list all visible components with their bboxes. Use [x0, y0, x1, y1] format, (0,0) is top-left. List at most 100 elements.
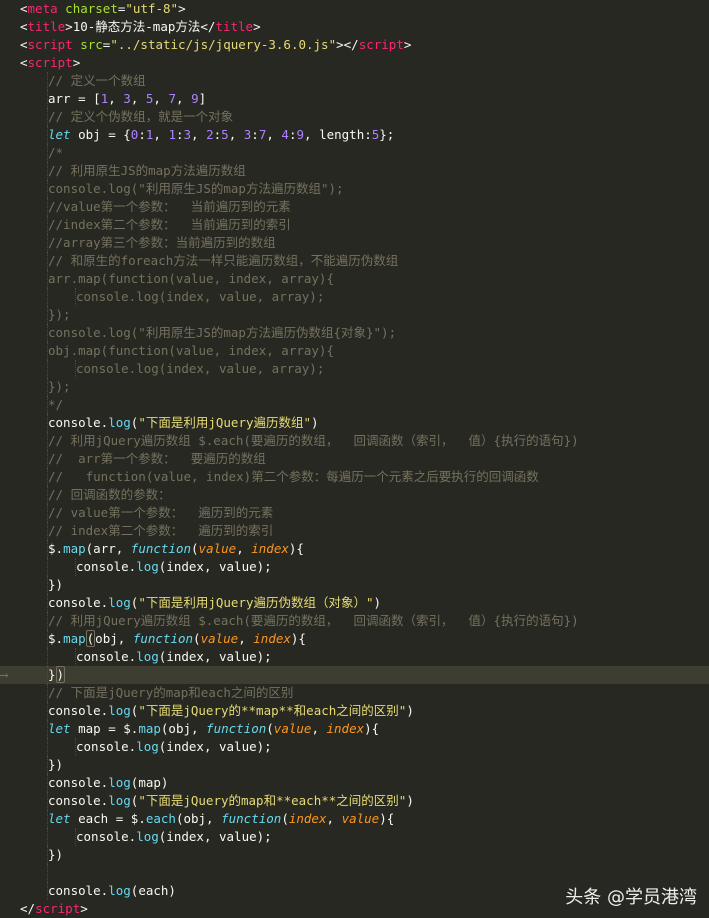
code-token: });	[48, 379, 71, 394]
code-line[interactable]: console.log("下面是利用jQuery遍历数组")	[0, 414, 709, 432]
code-token: value	[341, 811, 380, 826]
code-line[interactable]: console.log(index, value);	[0, 648, 709, 666]
code-token: 7	[168, 91, 176, 106]
code-line[interactable]: //array第三个参数：当前遍历到的数组	[0, 234, 709, 252]
code-line[interactable]: // 利用jQuery遍历数组 $.each(要遍历的数组， 回调函数（索引， …	[0, 432, 709, 450]
code-line[interactable]: })	[0, 756, 709, 774]
code-token: console.log(index, value, array);	[76, 361, 325, 376]
code-line[interactable]: // 利用原生JS的map方法遍历数组	[0, 162, 709, 180]
indent-guide	[47, 864, 48, 882]
indent-guide	[47, 738, 48, 756]
code-line[interactable]: }) ⟶	[0, 666, 709, 684]
code-token: "下面是利用jQuery遍历伪数组（对象）"	[138, 595, 374, 610]
code-line[interactable]: $.map(obj, function(value, index){	[0, 630, 709, 648]
code-line[interactable]	[0, 864, 709, 882]
code-token: <	[20, 1, 28, 16]
code-line[interactable]: // value第一个参数： 遍历到的元素	[0, 504, 709, 522]
indent-guide	[47, 162, 48, 180]
code-token: };	[379, 127, 395, 142]
indent-guide	[47, 270, 48, 288]
code-line[interactable]: // 和原生的foreach方法一样只能遍历数组，不能遍历伪数组	[0, 252, 709, 270]
code-line[interactable]: /*	[0, 144, 709, 162]
code-token: console.	[48, 775, 109, 790]
code-line[interactable]: console.log(index, value);	[0, 828, 709, 846]
code-line[interactable]: console.log("下面是jQuery的**map**和each之间的区别…	[0, 702, 709, 720]
code-line[interactable]: //value第一个参数： 当前遍历到的元素	[0, 198, 709, 216]
code-line[interactable]: // function(value, index)第二个参数：每遍历一个元素之后…	[0, 468, 709, 486]
code-token: log	[108, 703, 131, 718]
code-line[interactable]: arr = [1, 3, 5, 7, 9]	[0, 90, 709, 108]
code-line[interactable]: });	[0, 306, 709, 324]
code-token: map	[63, 541, 86, 556]
code-line[interactable]: $.map(arr, function(value, index){	[0, 540, 709, 558]
indent-guide	[75, 828, 76, 846]
code-token: ,	[108, 91, 124, 106]
code-token: :	[138, 127, 146, 142]
code-line[interactable]: });	[0, 378, 709, 396]
code-line[interactable]: // index第二个参数： 遍历到的索引	[0, 522, 709, 540]
code-line[interactable]: console.log(index, value, array);	[0, 288, 709, 306]
code-token: // 和原生的foreach方法一样只能遍历数组，不能遍历伪数组	[48, 253, 399, 268]
code-line[interactable]: */	[0, 396, 709, 414]
indent-guide	[47, 594, 48, 612]
code-line[interactable]: // arr第一个参数： 要遍历的数组	[0, 450, 709, 468]
code-line[interactable]: let each = $.each(obj, function(index, v…	[0, 810, 709, 828]
code-token: >10-静态方法-map方法</	[65, 19, 216, 34]
code-token: console.log("利用原生JS的map方法遍历数组");	[48, 181, 344, 196]
code-line[interactable]: <script>	[0, 54, 709, 72]
indent-guide	[75, 648, 76, 666]
code-line[interactable]: })	[0, 846, 709, 864]
indent-guide	[47, 612, 48, 630]
indent-guide	[47, 306, 48, 324]
code-token: arr = [	[48, 91, 101, 106]
code-line[interactable]: arr.map(function(value, index, array){	[0, 270, 709, 288]
indent-guide	[47, 558, 48, 576]
code-line[interactable]: // 利用jQuery遍历数组 $.each(要遍历的数组， 回调函数（索引， …	[0, 612, 709, 630]
code-line[interactable]: console.log(index, value, array);	[0, 360, 709, 378]
code-line[interactable]: console.log("利用原生JS的map方法遍历伪数组{对象}");	[0, 324, 709, 342]
code-token: each	[145, 811, 176, 826]
code-line[interactable]: // 定义个伪数组，就是一个对象	[0, 108, 709, 126]
code-line[interactable]: let map = $.map(obj, function(value, ind…	[0, 720, 709, 738]
indent-guide	[47, 324, 48, 342]
indent-guide	[47, 288, 48, 306]
code-line[interactable]: <script src="../static/js/jquery-3.6.0.j…	[0, 36, 709, 54]
code-line[interactable]: console.log("利用原生JS的map方法遍历数组");	[0, 180, 709, 198]
code-line[interactable]: console.log("下面是利用jQuery遍历伪数组（对象）")	[0, 594, 709, 612]
code-token: console.	[48, 883, 109, 898]
code-line[interactable]: console.log(index, value);	[0, 738, 709, 756]
code-token: });	[48, 307, 71, 322]
code-token: log	[108, 775, 131, 790]
bracket-match: (	[85, 630, 96, 647]
code-line[interactable]: <title>10-静态方法-map方法</title>	[0, 18, 709, 36]
code-token: ,	[266, 127, 282, 142]
code-line[interactable]: console.log(map)	[0, 774, 709, 792]
code-token: log	[136, 739, 159, 754]
code-line[interactable]: <meta charset="utf-8">	[0, 0, 709, 18]
code-token: console.	[48, 415, 109, 430]
code-token: index	[253, 631, 291, 646]
indent-guide	[75, 288, 76, 306]
code-line[interactable]: console.log(index, value);	[0, 558, 709, 576]
code-line[interactable]: obj.map(function(value, index, array){	[0, 342, 709, 360]
code-token: 9	[191, 91, 199, 106]
code-line[interactable]: // 下面是jQuery的map和each之间的区别	[0, 684, 709, 702]
code-area[interactable]: <meta charset="utf-8"> <title>10-静态方法-map…	[0, 0, 709, 918]
code-line[interactable]: })	[0, 576, 709, 594]
code-token: let	[48, 721, 71, 736]
code-token: function	[206, 721, 267, 736]
code-token: >	[72, 55, 81, 70]
code-line[interactable]: console.log("下面是jQuery的map和**each**之间的区别…	[0, 792, 709, 810]
code-token: // 回调函数的参数：	[48, 487, 171, 502]
code-token: 3	[123, 91, 131, 106]
code-token: 9	[296, 127, 305, 142]
code-token: 1	[168, 127, 176, 142]
indent-guide	[47, 198, 48, 216]
code-line[interactable]: let obj = {0:1, 1:3, 2:5, 3:7, 4:9, leng…	[0, 126, 709, 144]
code-line[interactable]: //index第二个参数： 当前遍历到的索引	[0, 216, 709, 234]
code-token: ></	[336, 37, 359, 52]
code-editor[interactable]: <meta charset="utf-8"> <title>10-静态方法-map…	[0, 0, 709, 917]
code-line[interactable]: // 定义一个数组	[0, 72, 709, 90]
code-token: ,	[153, 127, 169, 142]
code-line[interactable]: // 回调函数的参数：	[0, 486, 709, 504]
